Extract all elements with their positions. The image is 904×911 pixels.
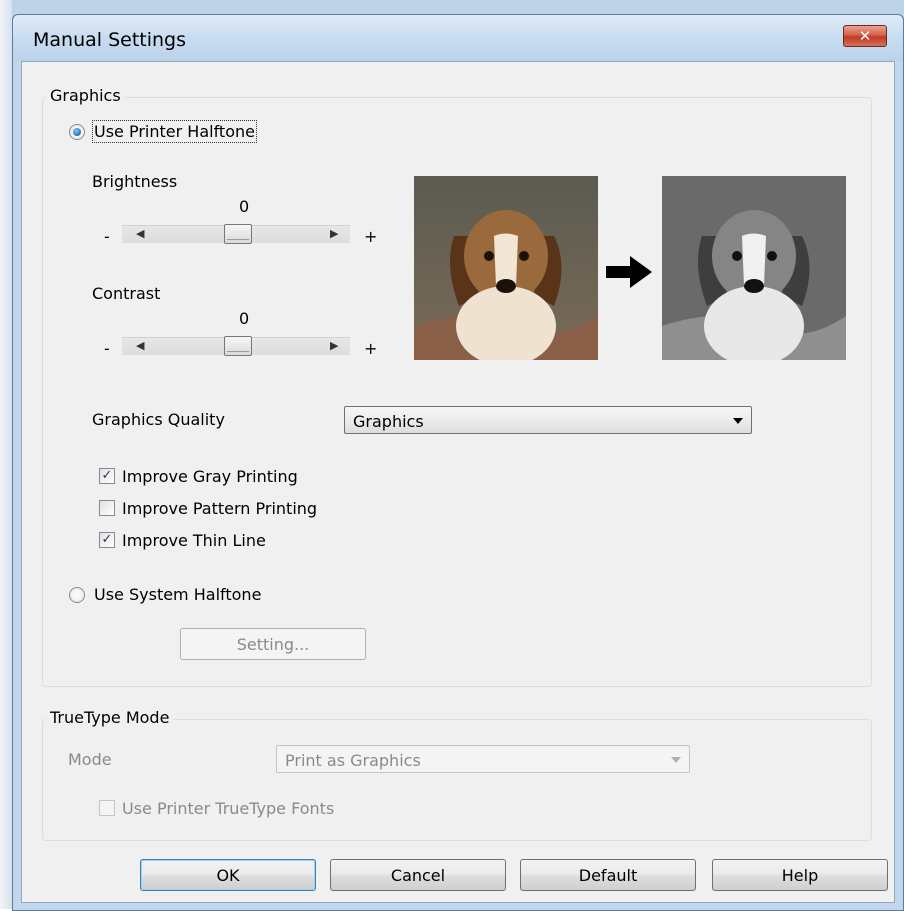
brightness-slider-thumb[interactable] (224, 224, 252, 244)
graphics-group-caption: Graphics (46, 86, 125, 105)
improve-thin-line-label[interactable]: Improve Thin Line (122, 531, 266, 550)
ok-button-label: OK (216, 865, 240, 885)
contrast-slider[interactable]: ◀ ▶ (122, 336, 350, 356)
help-button[interactable]: Help (712, 859, 888, 891)
graphics-quality-label: Graphics Quality (92, 410, 225, 429)
mode-label: Mode (68, 750, 112, 769)
use-printer-truetype-fonts-label[interactable]: Use Printer TrueType Fonts (122, 799, 334, 818)
mode-selected-value: Print as Graphics (285, 751, 421, 770)
cancel-button[interactable]: Cancel (330, 859, 506, 891)
setting-button[interactable]: Setting... (180, 628, 366, 660)
slider-left-arrow-icon[interactable]: ◀ (136, 227, 144, 240)
improve-pattern-printing-label[interactable]: Improve Pattern Printing (122, 499, 317, 518)
default-button[interactable]: Default (520, 859, 696, 891)
contrast-minus: - (104, 339, 110, 358)
graphics-quality-dropdown[interactable]: Graphics (344, 406, 752, 434)
setting-button-label: Setting... (236, 634, 310, 654)
background-window-edge (0, 0, 12, 909)
truetype-mode-group-caption: TrueType Mode (46, 708, 174, 727)
contrast-label: Contrast (92, 284, 161, 303)
help-button-label: Help (781, 865, 819, 885)
truetype-mode-group (42, 719, 872, 841)
slider-right-arrow-icon[interactable]: ▶ (330, 339, 338, 352)
use-system-halftone-label[interactable]: Use System Halftone (94, 585, 261, 604)
graphics-quality-selected-value: Graphics (353, 412, 424, 431)
brightness-label: Brightness (92, 172, 178, 191)
improve-thin-line-checkbox[interactable]: ✓ (99, 532, 115, 548)
chevron-down-icon (733, 418, 743, 424)
brightness-slider[interactable]: ◀ ▶ (122, 224, 350, 244)
title-bar[interactable]: Manual Settings ✕ (13, 15, 903, 61)
manual-settings-dialog: Manual Settings ✕ Graphics Use Printer H… (12, 14, 904, 911)
halftone-preview-image (662, 176, 846, 360)
use-printer-halftone-label[interactable]: Use Printer Halftone (92, 120, 257, 143)
check-icon: ✓ (101, 468, 113, 483)
slider-right-arrow-icon[interactable]: ▶ (330, 227, 338, 240)
contrast-slider-thumb[interactable] (224, 336, 252, 356)
ok-button[interactable]: OK (140, 859, 316, 891)
default-button-label: Default (578, 865, 638, 885)
brightness-minus: - (104, 227, 110, 246)
brightness-value: 0 (239, 197, 250, 216)
use-printer-halftone-radio[interactable] (69, 124, 85, 140)
close-button[interactable]: ✕ (843, 25, 887, 47)
cancel-button-label: Cancel (390, 865, 446, 885)
original-preview-image (414, 176, 598, 360)
close-icon: ✕ (858, 27, 872, 45)
improve-gray-printing-label[interactable]: Improve Gray Printing (122, 467, 298, 486)
use-printer-truetype-fonts-checkbox[interactable] (99, 800, 115, 816)
improve-pattern-printing-checkbox[interactable] (99, 500, 115, 516)
improve-gray-printing-checkbox[interactable]: ✓ (99, 468, 115, 484)
dialog-title: Manual Settings (33, 29, 187, 51)
slider-left-arrow-icon[interactable]: ◀ (136, 339, 144, 352)
brightness-plus: + (364, 227, 378, 246)
use-system-halftone-radio[interactable] (69, 587, 85, 603)
chevron-down-icon (671, 757, 681, 763)
contrast-value: 0 (239, 309, 250, 328)
check-icon: ✓ (101, 532, 113, 547)
dialog-body: Graphics Use Printer Halftone Brightness… (21, 61, 895, 903)
radio-selected-dot (73, 128, 81, 136)
mode-dropdown[interactable]: Print as Graphics (276, 745, 690, 773)
contrast-plus: + (364, 339, 378, 358)
arrow-right-icon (606, 256, 652, 288)
